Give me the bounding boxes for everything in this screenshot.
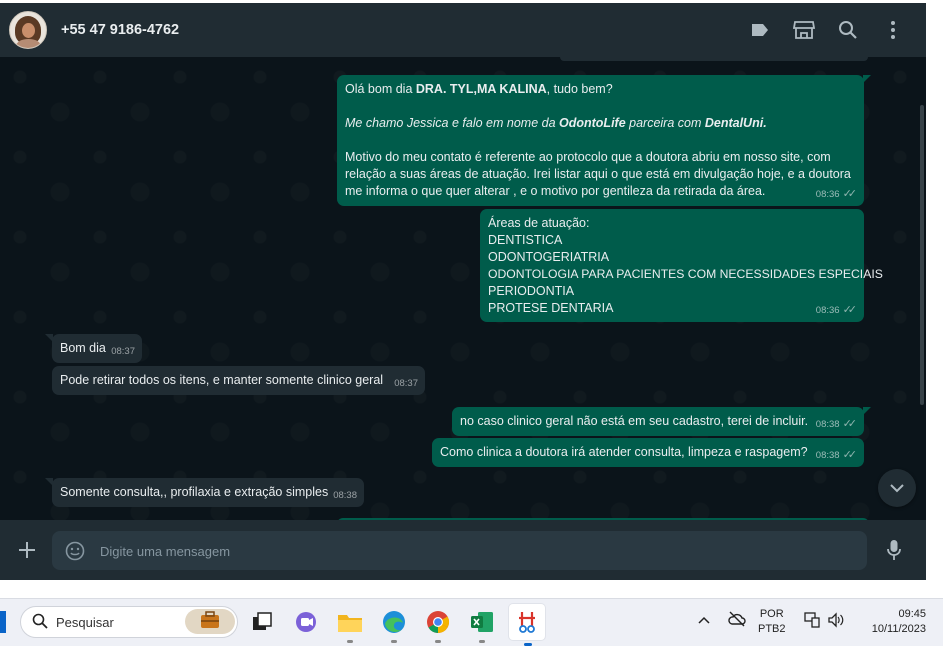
previous-message-edge	[560, 57, 868, 61]
message-outgoing[interactable]: Como clinica a doutora irá atender consu…	[432, 438, 864, 467]
taskbar-search[interactable]: Pesquisar	[20, 606, 238, 638]
label-icon[interactable]	[747, 17, 773, 43]
cloud-offline-icon[interactable]	[728, 611, 746, 630]
desktop-gap	[0, 580, 943, 598]
chat-scrollbar[interactable]	[920, 105, 924, 405]
emoji-icon	[65, 541, 85, 561]
message-incoming[interactable]: Pode retirar todos os itens, e manter so…	[52, 366, 425, 395]
snipping-tool-icon[interactable]	[509, 604, 545, 646]
search-highlight-icon[interactable]	[185, 609, 235, 634]
list-item: PROTESE DENTARIA	[488, 301, 614, 315]
edge-browser-icon[interactable]	[379, 607, 409, 643]
microphone-icon	[887, 540, 901, 560]
message-input[interactable]	[98, 531, 842, 572]
message-text: no caso clinico geral não está em seu ca…	[460, 414, 809, 428]
bubble-tail	[863, 75, 871, 83]
chevron-down-icon	[890, 483, 904, 492]
message-title: Áreas de atuação:	[488, 216, 590, 230]
volume-icon[interactable]	[827, 612, 845, 631]
input-language-indicator[interactable]: POR PTB2	[758, 607, 786, 637]
task-view-icon[interactable]	[247, 607, 277, 637]
tray-chevron-up-icon[interactable]	[698, 613, 710, 627]
message-box[interactable]	[52, 531, 867, 572]
keyboard-layout: PTB2	[758, 623, 786, 635]
teams-chat-icon[interactable]	[291, 607, 321, 637]
clock-time: 09:45	[898, 608, 926, 620]
message-outgoing[interactable]: Olá bom dia DRA. TYL,MA KALINA, tudo bem…	[337, 75, 871, 206]
double-check-icon: ✓✓	[842, 188, 858, 200]
voice-record-button[interactable]	[882, 537, 906, 563]
emoji-button[interactable]	[64, 540, 86, 562]
message-line: Me chamo Jessica e falo em nome da Odont…	[345, 116, 767, 130]
excel-icon[interactable]	[467, 607, 497, 643]
search-icon	[32, 613, 48, 629]
message-meta: 08:37	[394, 378, 418, 389]
chrome-browser-icon[interactable]	[423, 607, 453, 643]
windows-taskbar: Pesquisar POR PTB2 09:45 10/11/2023	[0, 598, 943, 646]
bubble-tail	[863, 407, 871, 415]
list-item: DENTISTICA	[488, 233, 563, 247]
contact-name[interactable]: +55 47 9186-4762	[61, 22, 179, 38]
message-outgoing[interactable]: Áreas de atuação: DENTISTICA ODONTOGERIA…	[480, 209, 883, 322]
message-outgoing[interactable]: no caso clinico geral não está em seu ca…	[452, 407, 871, 436]
clock-date: 10/11/2023	[871, 623, 926, 635]
double-check-icon: ✓✓	[842, 304, 858, 316]
message-text: Bom dia	[60, 341, 106, 355]
network-icon[interactable]	[804, 612, 820, 631]
taskbar-clock[interactable]: 09:45 10/11/2023	[858, 607, 926, 637]
scroll-down-button[interactable]	[878, 469, 916, 507]
list-item: ODONTOGERIATRIA	[488, 250, 610, 264]
chat-header[interactable]: +55 47 9186-4762	[0, 3, 926, 57]
bubble-tail	[45, 334, 53, 342]
message-meta: 08:38 ✓✓	[816, 416, 857, 433]
whatsapp-window: +55 47 9186-4762 Olá bom dia DRA. TYL,MA…	[0, 0, 926, 580]
bubble-tail	[45, 478, 53, 486]
message-list[interactable]: Olá bom dia DRA. TYL,MA KALINA, tudo bem…	[0, 57, 926, 520]
message-text: Motivo do meu contato é referente ao pro…	[345, 150, 851, 198]
message-meta: 08:36 ✓✓	[816, 302, 857, 319]
message-meta: 08:38	[333, 490, 357, 501]
file-explorer-icon[interactable]	[335, 607, 365, 643]
store-icon[interactable]	[791, 17, 817, 43]
composer-bar	[0, 520, 926, 580]
message-line: Olá bom dia DRA. TYL,MA KALINA, tudo bem…	[345, 82, 613, 96]
double-check-icon: ✓✓	[842, 449, 858, 461]
search-icon[interactable]	[835, 17, 861, 43]
plus-icon	[19, 542, 35, 558]
message-incoming[interactable]: Somente consulta,, profilaxia e extração…	[45, 478, 364, 507]
message-text: Somente consulta,, profilaxia e extração…	[60, 485, 329, 499]
window-right-margin	[926, 0, 943, 598]
search-label: Pesquisar	[56, 615, 114, 630]
message-text: Como clinica a doutora irá atender consu…	[440, 445, 808, 459]
list-item: PERIODONTIA	[488, 284, 575, 298]
message-text: Pode retirar todos os itens, e manter so…	[60, 373, 384, 387]
message-incoming[interactable]: Bom dia 08:37	[45, 334, 142, 363]
message-meta: 08:36 ✓✓	[816, 186, 857, 203]
message-meta: 08:37	[111, 346, 135, 357]
menu-dots-icon[interactable]	[880, 17, 906, 43]
language-code: POR	[759, 608, 784, 620]
message-meta: 08:38 ✓✓	[816, 447, 857, 464]
double-check-icon: ✓✓	[842, 418, 858, 430]
start-button-edge[interactable]	[0, 611, 6, 633]
attach-button[interactable]	[14, 537, 40, 563]
list-item: ODONTOLOGIA PARA PACIENTES COM NECESSIDA…	[488, 267, 883, 281]
avatar[interactable]	[9, 11, 47, 49]
